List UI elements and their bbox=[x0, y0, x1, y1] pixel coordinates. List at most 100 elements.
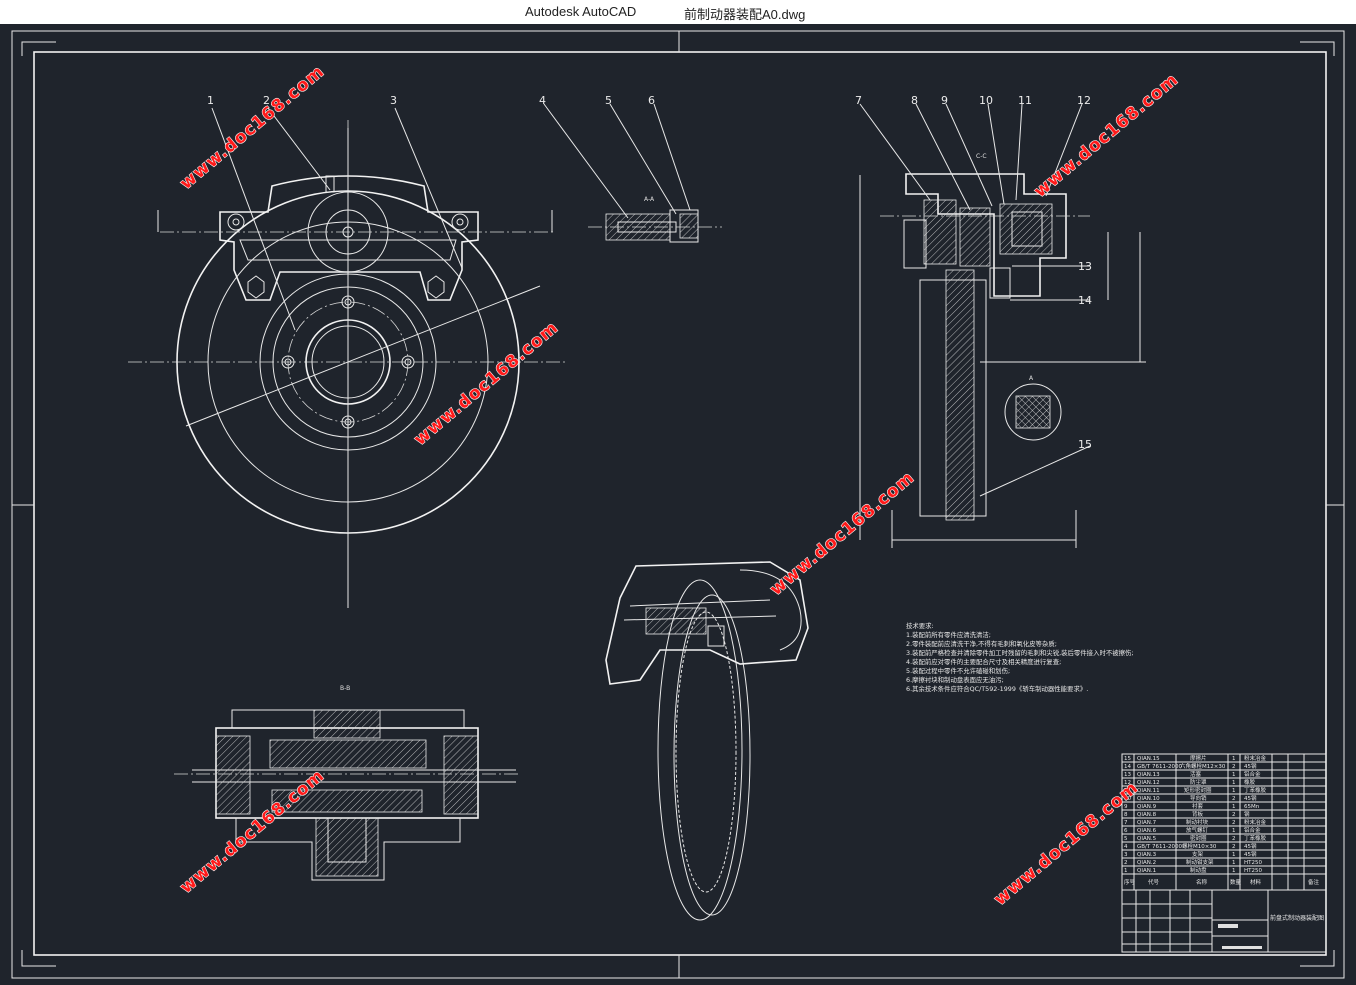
watermark-text: www.doc168.com bbox=[990, 778, 1142, 910]
bom-qty: 1 bbox=[1232, 828, 1236, 834]
tech-req-item: 5.装配过程中零件不允许磕碰和划伤; bbox=[906, 666, 1010, 675]
bom-no: 5 bbox=[1124, 836, 1128, 842]
bom-qty: 2 bbox=[1232, 820, 1236, 826]
bom-name: 活塞 bbox=[1190, 770, 1202, 778]
bom-qty: 2 bbox=[1232, 836, 1236, 842]
callout-13: 13 bbox=[1078, 260, 1092, 273]
bom-header-material: 材料 bbox=[1250, 878, 1262, 886]
callout-8: 8 bbox=[911, 94, 918, 107]
callout-14: 14 bbox=[1078, 294, 1092, 307]
bom-qty: 1 bbox=[1232, 772, 1236, 778]
bom-name: 矩形密封圈 bbox=[1184, 786, 1212, 794]
bom-code: QIAN.8 bbox=[1137, 812, 1157, 818]
callout-9: 9 bbox=[941, 94, 948, 107]
watermarks: www.doc168.com www.doc168.com www.doc168… bbox=[176, 61, 1183, 910]
callout-15: 15 bbox=[1078, 438, 1092, 451]
bom-material: 铝合金 bbox=[1244, 770, 1261, 778]
callout-3: 3 bbox=[390, 94, 397, 107]
callout-4: 4 bbox=[539, 94, 546, 107]
bom-qty: 1 bbox=[1232, 868, 1236, 874]
bom-material: 铝合金 bbox=[1244, 826, 1261, 834]
bom-code: QIAN.13 bbox=[1137, 772, 1160, 778]
callout-7: 7 bbox=[855, 94, 862, 107]
bom-code: QIAN.9 bbox=[1137, 804, 1157, 810]
bom-qty: 1 bbox=[1232, 756, 1236, 762]
bom-material: 粉末冶金 bbox=[1244, 818, 1267, 826]
tech-req-item: 3.装配前严格检查并清除零件加工时残留的毛刺和尖锐,装后零件接入时不被擦伤; bbox=[906, 648, 1134, 657]
bom-qty: 2 bbox=[1232, 844, 1236, 850]
bom-material: HT250 bbox=[1244, 868, 1262, 874]
bom-no: 15 bbox=[1124, 756, 1131, 762]
bom-qty: 2 bbox=[1232, 796, 1236, 802]
bom-code: GB/T 7611-2000 bbox=[1137, 844, 1182, 850]
bom-header-code: 代号 bbox=[1148, 878, 1160, 886]
watermark-text: www.doc168.com bbox=[176, 62, 328, 194]
bom-no: 8 bbox=[1124, 812, 1128, 818]
bom-material: 45钢 bbox=[1244, 842, 1257, 850]
bom-material: 丁苯橡胶 bbox=[1244, 834, 1267, 842]
cad-drawing[interactable]: 1 2 3 A-A 4 5 6 C-C A 7 8 9 10 11 12 13 … bbox=[0, 24, 1356, 985]
tech-req-item: 4.装配前应对零件的主要配合尺寸及相关精度进行复查; bbox=[906, 657, 1061, 666]
bom-no: 7 bbox=[1124, 820, 1128, 826]
watermark-text: www.doc168.com bbox=[176, 766, 328, 898]
isometric-caliper[interactable] bbox=[605, 561, 809, 921]
section-aa-label: A-A bbox=[644, 196, 655, 203]
callout-1: 1 bbox=[207, 94, 214, 107]
bom-name: 制动衬块 bbox=[1186, 818, 1209, 826]
callout-11: 11 bbox=[1018, 94, 1032, 107]
bom-qty: 2 bbox=[1232, 764, 1236, 770]
bom-code: QIAN.10 bbox=[1137, 796, 1160, 802]
bom-code: QIAN.3 bbox=[1137, 852, 1157, 858]
bom-code: QIAN.5 bbox=[1137, 836, 1157, 842]
bom-material: 钢 bbox=[1244, 810, 1250, 818]
section-a-a[interactable]: A-A 4 5 6 bbox=[539, 94, 722, 243]
technical-requirements: 技术要求: 1.装配前所有零件应清洗清洁; 2.零件装配前应清洗干净,不得有毛刺… bbox=[906, 621, 1134, 693]
bom-name: 六角螺栓M12×30 bbox=[1180, 762, 1226, 770]
bom-code: QIAN.12 bbox=[1137, 780, 1160, 786]
callout-5: 5 bbox=[605, 94, 612, 107]
watermark-text: www.doc168.com bbox=[766, 468, 918, 600]
bom-name: 制动盘 bbox=[1190, 866, 1207, 874]
bom-no: 4 bbox=[1124, 844, 1128, 850]
bom-name: 摩擦片 bbox=[1190, 754, 1207, 762]
bom-header-no: 序号 bbox=[1124, 878, 1136, 886]
drawing-canvas[interactable]: 1 2 3 A-A 4 5 6 C-C A 7 8 9 10 11 12 13 … bbox=[0, 24, 1356, 985]
bom-no: 2 bbox=[1124, 860, 1128, 866]
watermark-text: www.doc168.com bbox=[1030, 70, 1182, 202]
bom-qty: 1 bbox=[1232, 780, 1236, 786]
tech-req-item: 1.装配前所有零件应清洗清洁; bbox=[906, 630, 991, 639]
drawing-title: 前盘式制动器装配图 bbox=[1270, 914, 1324, 922]
bom-code: QIAN.6 bbox=[1137, 828, 1157, 834]
bom-qty: 1 bbox=[1232, 860, 1236, 866]
window-title-bar: Autodesk AutoCAD 前制动器装配A0.dwg bbox=[0, 0, 1356, 24]
callout-6: 6 bbox=[648, 94, 655, 107]
bom-name: 密封圈 bbox=[1190, 834, 1207, 842]
tech-req-item: 6.其余技术条件应符合QC/T592-1999《轿车制动器性能要求》. bbox=[906, 684, 1088, 693]
bom-code: QIAN.2 bbox=[1137, 860, 1156, 866]
bom-name: 制动钳支架 bbox=[1186, 858, 1214, 866]
bom-material: 45钢 bbox=[1244, 850, 1257, 858]
app-title: Autodesk AutoCAD bbox=[525, 4, 637, 19]
bom-name: 放气螺钉 bbox=[1186, 826, 1209, 834]
parts-list-table[interactable]: 15 QIAN.15 摩擦片 1 粉末冶金 14 GB/T 7611-2000 … bbox=[1121, 753, 1327, 891]
section-cc-label: C-C bbox=[976, 153, 987, 160]
callout-12: 12 bbox=[1077, 94, 1091, 107]
bom-material: 65Mn bbox=[1244, 804, 1260, 810]
bom-material: 45钢 bbox=[1244, 794, 1257, 802]
bom-no: 1 bbox=[1124, 868, 1128, 874]
bom-name: 支架 bbox=[1192, 850, 1204, 858]
bom-material: 45钢 bbox=[1244, 762, 1257, 770]
bom-qty: 1 bbox=[1232, 788, 1236, 794]
bom-name: 导向销 bbox=[1190, 794, 1207, 802]
bom-header-qty: 数量 bbox=[1230, 878, 1242, 886]
section-bb-label: B-B bbox=[340, 685, 350, 692]
bom-code: QIAN.7 bbox=[1137, 820, 1157, 826]
bom-code: GB/T 7611-2000 bbox=[1137, 764, 1182, 770]
bom-header-name: 名称 bbox=[1196, 878, 1208, 886]
bom-material: 粉末冶金 bbox=[1244, 754, 1267, 762]
title-block[interactable]: 前盘式制动器装配图 bbox=[1121, 889, 1327, 953]
detail-a-label: A bbox=[1029, 375, 1034, 382]
bom-material: 丁苯橡胶 bbox=[1244, 786, 1267, 794]
bom-material: 橡胶 bbox=[1244, 778, 1256, 786]
bom-code: QIAN.1 bbox=[1137, 868, 1156, 874]
